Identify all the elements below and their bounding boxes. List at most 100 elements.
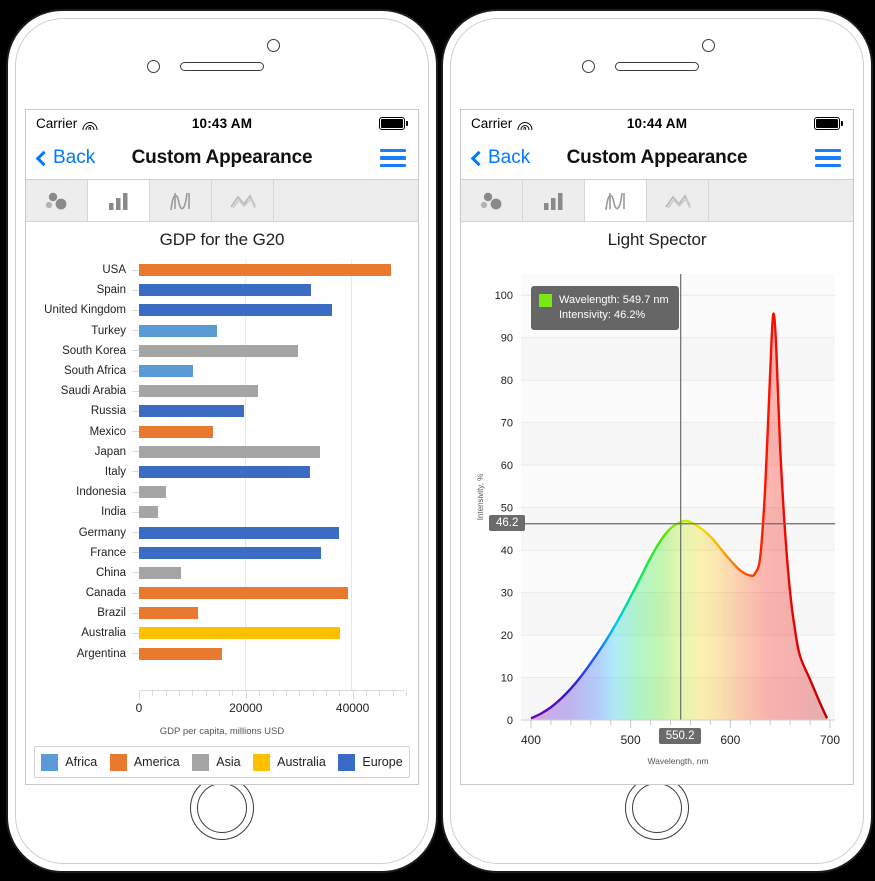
bar-category-label: Brazil	[97, 607, 126, 620]
y-axis-tick	[132, 410, 139, 412]
x-axis-label: 0	[135, 701, 143, 715]
y-axis-tick	[132, 532, 139, 534]
back-button[interactable]: Back	[35, 147, 96, 169]
bar[interactable]	[139, 304, 333, 317]
legend-label: Africa	[65, 755, 98, 769]
bar[interactable]	[139, 284, 311, 297]
chart-type-tab-strip	[26, 180, 418, 222]
bar[interactable]	[139, 607, 199, 620]
bar[interactable]	[139, 566, 181, 579]
bar-category-label: Canada	[85, 587, 126, 600]
back-button-label: Back	[53, 147, 96, 168]
home-button[interactable]	[190, 776, 254, 840]
bubble-chart-icon	[45, 192, 66, 209]
bar-category-label: Germany	[78, 526, 126, 539]
tab-area[interactable]	[212, 180, 274, 221]
y-axis-tick	[132, 592, 139, 594]
x-axis-title: GDP per capita, millions USD	[159, 726, 285, 737]
bar[interactable]	[139, 587, 348, 600]
bar-category-label: India	[101, 506, 126, 519]
x-axis-tick	[392, 690, 394, 696]
x-axis: 0 20000 40000	[40, 690, 407, 724]
tab-scatter[interactable]	[26, 180, 88, 221]
back-button-label: Back	[488, 147, 531, 168]
tooltip-color-swatch	[539, 294, 552, 307]
bar[interactable]	[139, 627, 340, 640]
x-axis-tick	[352, 690, 354, 699]
bar[interactable]	[139, 445, 321, 458]
bar-track	[139, 341, 404, 361]
tooltip-intensivity: Intensivity: 46.2%	[559, 308, 646, 321]
y-axis-tick	[132, 572, 139, 574]
navigation-bar: Back Custom Appearance	[26, 137, 418, 180]
y-axis-tick	[132, 269, 139, 271]
spectrum-svg: 0 10 20 30 40 50 60 70 80 90 100 Intensivity, % 400 5…	[476, 274, 840, 766]
bar-row: Italy	[40, 462, 404, 482]
bar[interactable]	[139, 546, 322, 559]
bar[interactable]	[139, 425, 214, 438]
tab-spline[interactable]	[150, 180, 212, 221]
tab-strip-filler	[274, 180, 418, 221]
bar[interactable]	[139, 264, 391, 277]
bar[interactable]	[139, 647, 223, 660]
bar[interactable]	[139, 526, 339, 539]
bar[interactable]	[139, 344, 298, 357]
crosshair-y-label: 46.2	[489, 514, 526, 531]
legend-item[interactable]: Africa	[41, 753, 98, 771]
hamburger-menu-icon[interactable]	[380, 145, 406, 171]
bar-category-label: Australia	[81, 627, 126, 640]
bar-category-label: Indonesia	[76, 486, 126, 499]
hamburger-menu-icon[interactable]	[815, 145, 841, 171]
bar[interactable]	[139, 365, 193, 378]
bar-category-label: South Korea	[62, 344, 126, 357]
bar[interactable]	[139, 465, 311, 478]
tab-scatter[interactable]	[461, 180, 523, 221]
home-button[interactable]	[625, 776, 689, 840]
y-axis-label: 0	[507, 715, 513, 727]
legend-item[interactable]: America	[109, 753, 180, 771]
tab-bar[interactable]	[88, 180, 150, 221]
legend-item[interactable]: Australia	[253, 753, 326, 771]
tab-bar[interactable]	[523, 180, 585, 221]
x-axis-tick	[152, 690, 154, 696]
bar-category-label: Russia	[90, 405, 126, 418]
y-axis-title: Intensivity, %	[476, 474, 485, 521]
y-axis-tick	[132, 653, 139, 655]
bar-chart-panel: GDP for the G20 USA Spain United Kingdom Tu…	[26, 222, 418, 784]
legend-item[interactable]: Europe	[338, 753, 403, 771]
x-axis-tick	[339, 690, 341, 696]
bar[interactable]	[139, 324, 218, 337]
bar-track	[139, 603, 404, 623]
bar-track	[139, 623, 404, 643]
bar-row: South Korea	[40, 341, 404, 361]
legend-swatch	[253, 753, 271, 771]
back-button[interactable]: Back	[470, 147, 531, 169]
bar[interactable]	[139, 506, 158, 519]
bar-row: Germany	[40, 522, 404, 542]
grid-band	[521, 422, 835, 466]
bar-track	[139, 401, 404, 421]
bar[interactable]	[139, 405, 244, 418]
bar-track	[139, 482, 404, 502]
x-axis-tick	[325, 690, 327, 696]
earpiece-speaker	[180, 62, 264, 71]
chevron-left-icon	[35, 150, 52, 166]
bar[interactable]	[139, 385, 259, 398]
tab-spline[interactable]	[585, 180, 647, 221]
bar-category-label: Spain	[96, 284, 126, 297]
bar-track	[139, 260, 404, 280]
bar-row: Brazil	[40, 603, 404, 623]
legend-item[interactable]: Asia	[192, 753, 241, 771]
y-axis-label: 50	[501, 503, 513, 515]
y-axis-label: 10	[501, 673, 513, 685]
bar-category-label: China	[95, 566, 126, 579]
bar-row: South Africa	[40, 361, 404, 381]
tab-area[interactable]	[647, 180, 709, 221]
chevron-left-icon	[470, 150, 487, 166]
chart-legend: Africa America Asia Australia Europe	[34, 746, 410, 778]
bar[interactable]	[139, 486, 167, 499]
y-axis-label: 70	[501, 418, 513, 430]
bubble-chart-icon	[480, 192, 501, 209]
y-axis-tick	[132, 350, 139, 352]
bar-row: Japan	[40, 442, 404, 462]
